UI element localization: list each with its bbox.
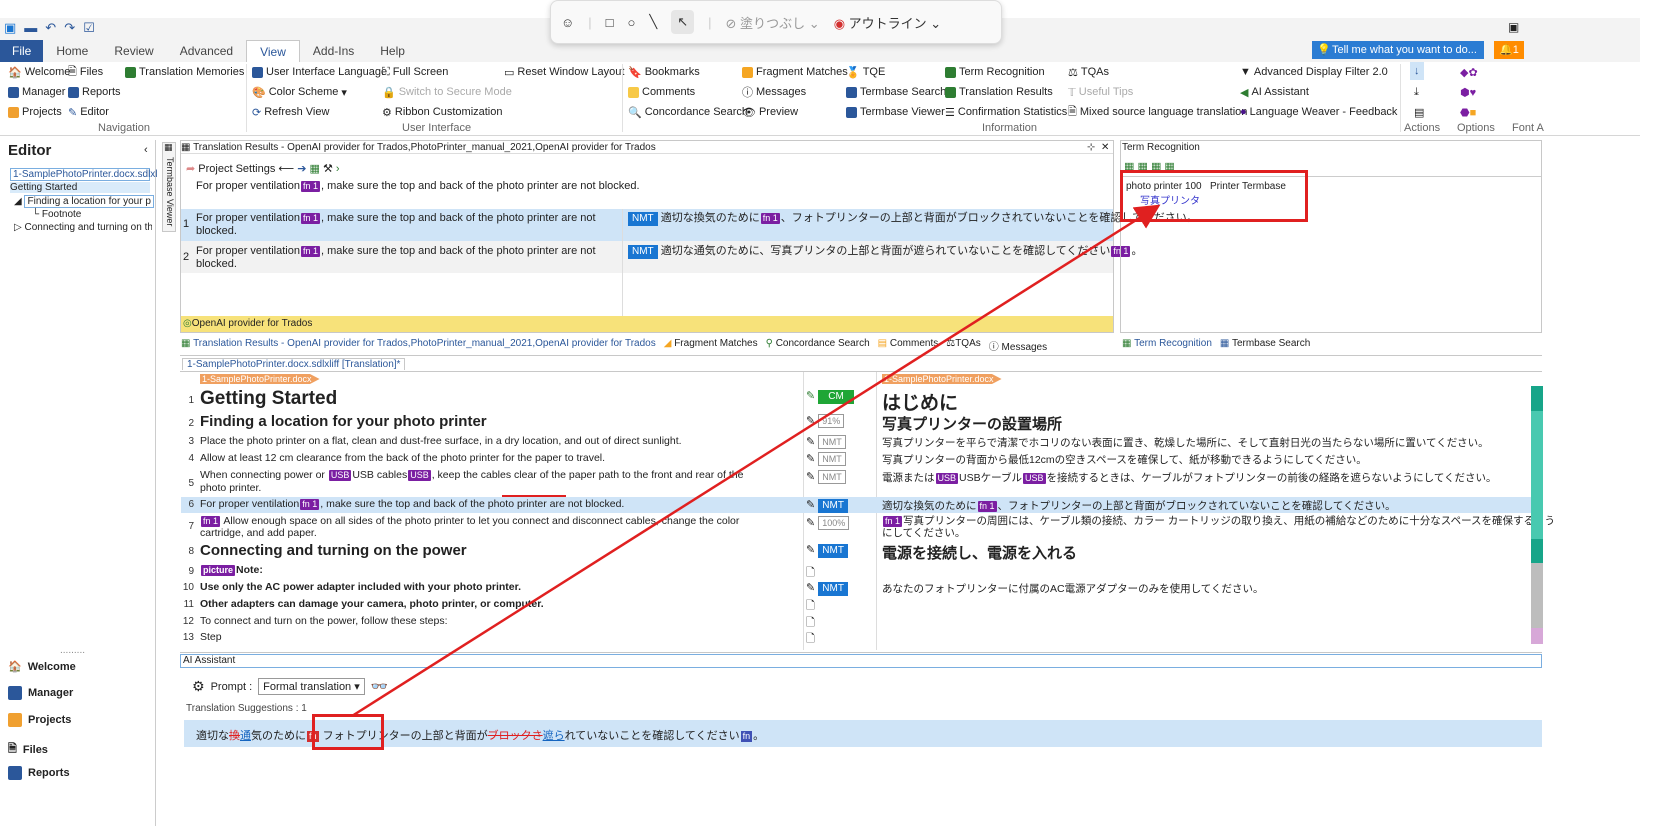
annotation-arrow — [351, 204, 1161, 718]
